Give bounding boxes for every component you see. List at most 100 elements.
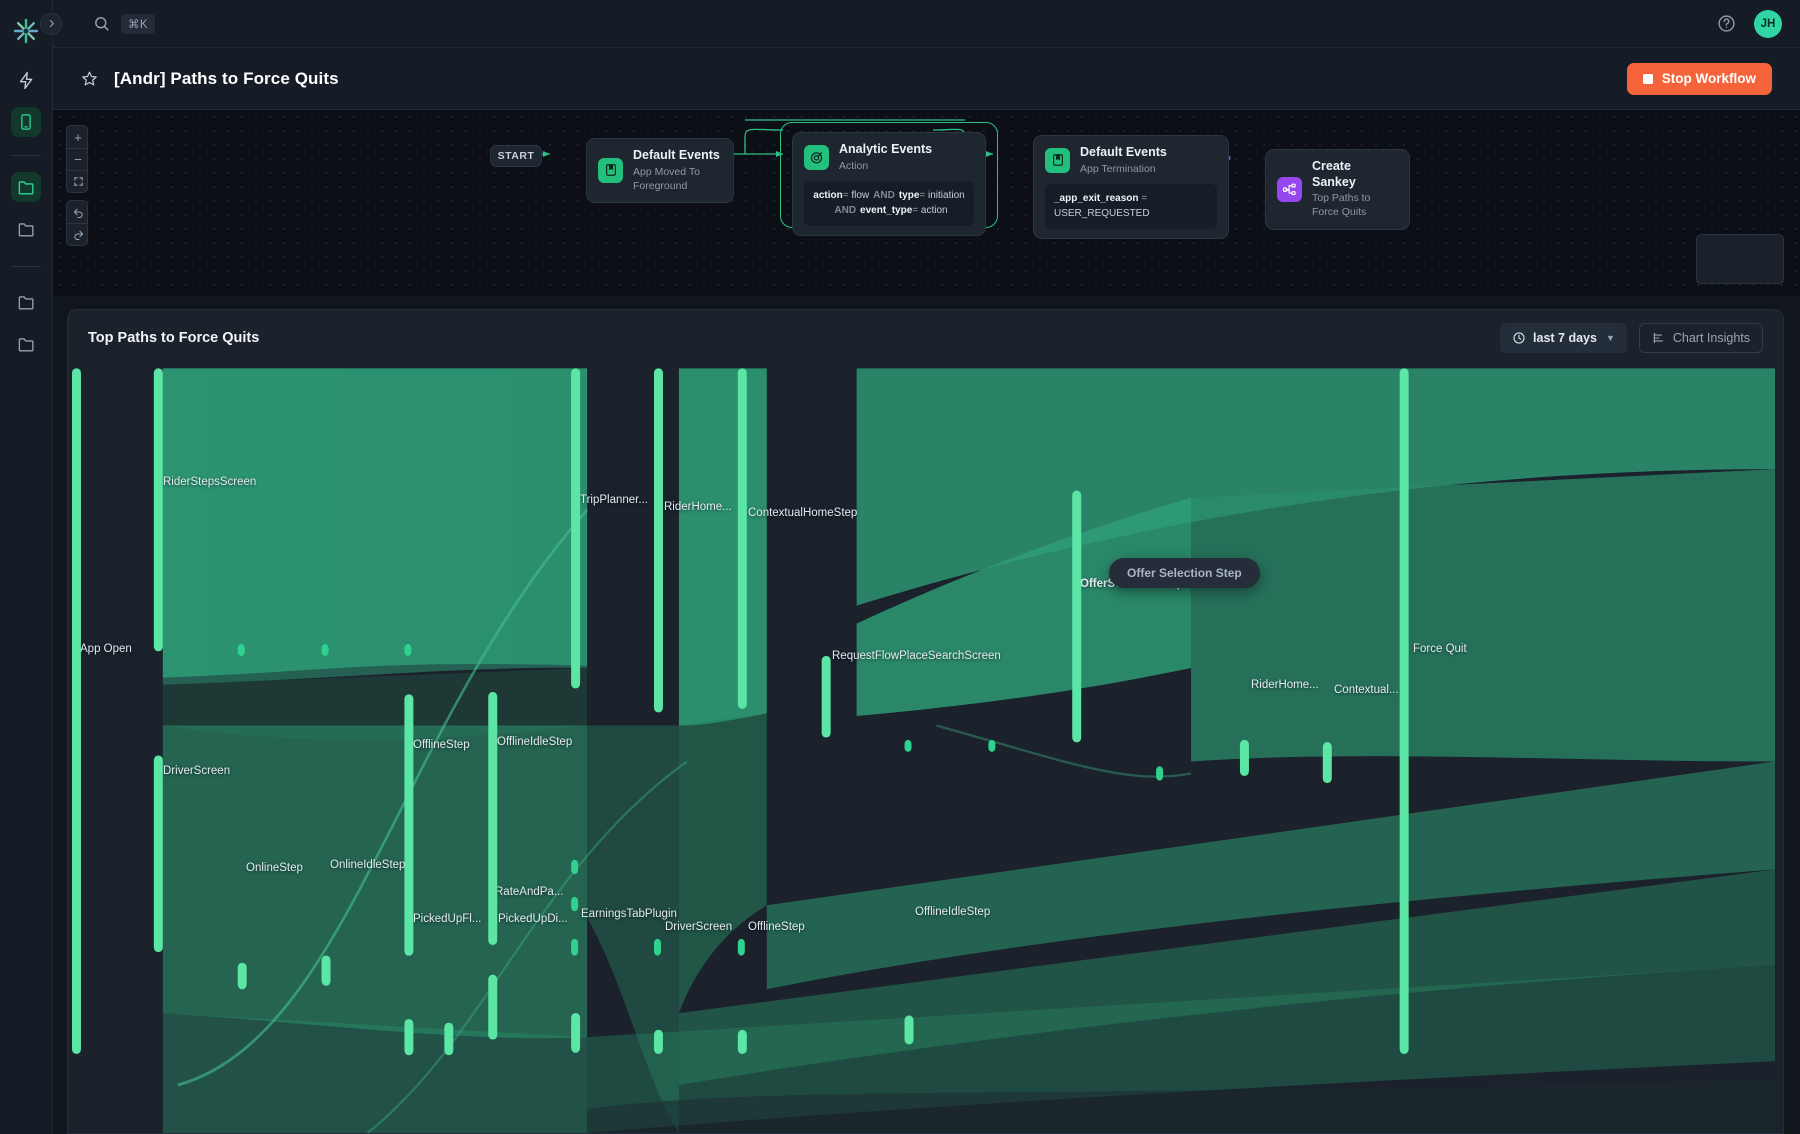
- undo-icon: [73, 208, 83, 218]
- sankey-chart[interactable]: RiderStepsScreen App Open DriverScreen O…: [68, 366, 1783, 1133]
- time-range-label: last 7 days: [1533, 331, 1597, 345]
- cond-key: action: [813, 189, 843, 201]
- fit-screen-icon: [73, 177, 83, 186]
- chart-actions: last 7 days ▼ Chart Insights: [1500, 323, 1763, 353]
- zoom-out-button[interactable]: −: [67, 148, 87, 170]
- app-root: ⌘K JH [Andr] Paths to Force Quits Stop W…: [0, 0, 1800, 1134]
- sidebar-collapse-toggle[interactable]: [40, 12, 62, 35]
- cond-key: _app_exit_reason: [1054, 192, 1139, 204]
- cond-op: =: [1141, 192, 1148, 204]
- zoom-group: + −: [66, 125, 88, 193]
- cond-op: =: [842, 189, 849, 201]
- folder-icon: [18, 337, 34, 352]
- sidebar-item-mobile[interactable]: [11, 107, 41, 137]
- chart-title: Top Paths to Force Quits: [88, 330, 260, 346]
- node-condition-block: action= flow AND type= initiation AND event…: [804, 180, 974, 226]
- cond-value: initiation: [928, 189, 965, 201]
- workflow-start-node[interactable]: START: [490, 145, 542, 167]
- stop-workflow-label: Stop Workflow: [1661, 71, 1756, 86]
- chart-insights-label: Chart Insights: [1672, 331, 1750, 345]
- cond-value: USER_REQUESTED: [1054, 208, 1150, 220]
- cond-key: event_type: [860, 205, 913, 217]
- node-title: Analytic Events: [839, 142, 933, 156]
- bookmark-icon: [1045, 147, 1070, 173]
- stop-workflow-button[interactable]: Stop Workflow: [1626, 62, 1772, 95]
- node-title: Default Events: [633, 148, 720, 162]
- canvas-controls: + −: [66, 125, 88, 253]
- sankey-icon: [1277, 176, 1302, 202]
- stop-square-icon: [1642, 73, 1653, 84]
- workflow-node-create-sankey[interactable]: Create Sankey Top Paths to Force Quits: [1265, 149, 1410, 230]
- sidebar-item-folder-3[interactable]: [11, 329, 41, 359]
- chevron-down-icon: ▼: [1605, 333, 1615, 343]
- insights-icon: [1653, 332, 1663, 344]
- node-subtitle: Top Paths to Force Quits: [1312, 192, 1371, 219]
- node-header: Analytic Events Action: [804, 142, 974, 173]
- fit-screen-button[interactable]: [67, 170, 87, 192]
- page-title: [Andr] Paths to Force Quits: [114, 68, 339, 88]
- node-header: Default Events App Termination: [1045, 145, 1217, 176]
- node-text: Analytic Events Action: [839, 142, 932, 173]
- bookmark-icon: [598, 157, 623, 183]
- node-title: Default Events: [1080, 145, 1167, 159]
- workflow-canvas[interactable]: + − START Default Events App Moved To Fo…: [53, 110, 1800, 296]
- time-range-selector[interactable]: last 7 days ▼: [1500, 323, 1627, 353]
- node-subtitle: App Moved To Foreground: [633, 165, 700, 192]
- cond-value: action: [920, 205, 948, 217]
- mobile-device-icon: [21, 114, 31, 130]
- lightning-icon: [19, 71, 32, 89]
- workflow-node-default-events-termination[interactable]: Default Events App Termination _app_exit…: [1033, 135, 1229, 239]
- node-header: Default Events App Moved To Foreground: [598, 148, 722, 193]
- node-text: Create Sankey Top Paths to Force Quits: [1312, 159, 1398, 220]
- avatar[interactable]: JH: [1754, 9, 1782, 38]
- sankey-tooltip: Offer Selection Step: [1109, 558, 1260, 588]
- rail-divider-2: [11, 266, 41, 267]
- redo-button[interactable]: [67, 223, 87, 245]
- top-bar-right: JH: [1717, 9, 1782, 38]
- cond-join: AND: [873, 189, 895, 201]
- node-text: Default Events App Termination: [1080, 145, 1167, 176]
- target-icon: [804, 144, 829, 170]
- sankey-nodes: [71, 368, 1409, 1056]
- undo-button[interactable]: [67, 201, 87, 223]
- node-text: Default Events App Moved To Foreground: [633, 148, 722, 193]
- folder-icon: [18, 222, 34, 237]
- clock-icon: [1513, 332, 1525, 344]
- history-group: [66, 200, 88, 246]
- cond-join: AND: [834, 205, 857, 217]
- main-column: ⌘K JH [Andr] Paths to Force Quits Stop W…: [40, 0, 1800, 1134]
- sidebar-item-folder-1[interactable]: [11, 214, 41, 244]
- node-header: Create Sankey Top Paths to Force Quits: [1277, 159, 1398, 220]
- sidebar-item-lightning[interactable]: [11, 65, 41, 95]
- node-subtitle: Action: [839, 159, 869, 172]
- sidebar-item-folder-open[interactable]: [11, 172, 41, 202]
- chart-insights-button[interactable]: Chart Insights: [1638, 323, 1763, 353]
- chart-header: Top Paths to Force Quits last 7 days ▼ C: [68, 310, 1783, 366]
- top-bar: ⌘K JH: [40, 0, 1800, 48]
- node-subtitle: App Termination: [1080, 162, 1156, 175]
- chevron-right-icon: [49, 19, 54, 28]
- page-header: [Andr] Paths to Force Quits Stop Workflo…: [53, 48, 1800, 110]
- cond-value: flow: [851, 189, 870, 201]
- cond-op: =: [912, 205, 919, 217]
- search-icon: [95, 17, 109, 31]
- sidebar-item-folder-2[interactable]: [11, 287, 41, 317]
- global-search[interactable]: ⌘K: [93, 13, 155, 34]
- folder-icon: [18, 295, 34, 310]
- node-condition-block: _app_exit_reason = USER_REQUESTED: [1045, 183, 1217, 229]
- asterisk-logo[interactable]: [10, 15, 42, 47]
- star-icon[interactable]: [81, 70, 98, 87]
- folder-open-icon: [18, 180, 34, 195]
- cond-key: type: [898, 189, 920, 201]
- left-rail: [0, 0, 53, 1134]
- workflow-node-default-events-foreground[interactable]: Default Events App Moved To Foreground: [586, 138, 734, 203]
- chart-panel: Top Paths to Force Quits last 7 days ▼ C: [67, 309, 1784, 1134]
- help-circle-icon[interactable]: [1717, 14, 1736, 33]
- search-shortcut-badge: ⌘K: [121, 13, 155, 34]
- redo-icon: [73, 230, 83, 240]
- node-title: Create Sankey: [1312, 159, 1356, 189]
- zoom-in-button[interactable]: +: [67, 126, 87, 148]
- rail-divider-1: [11, 155, 41, 156]
- cond-op: =: [919, 189, 926, 201]
- workflow-node-analytic-events[interactable]: Analytic Events Action action= flow AND ty…: [792, 132, 986, 236]
